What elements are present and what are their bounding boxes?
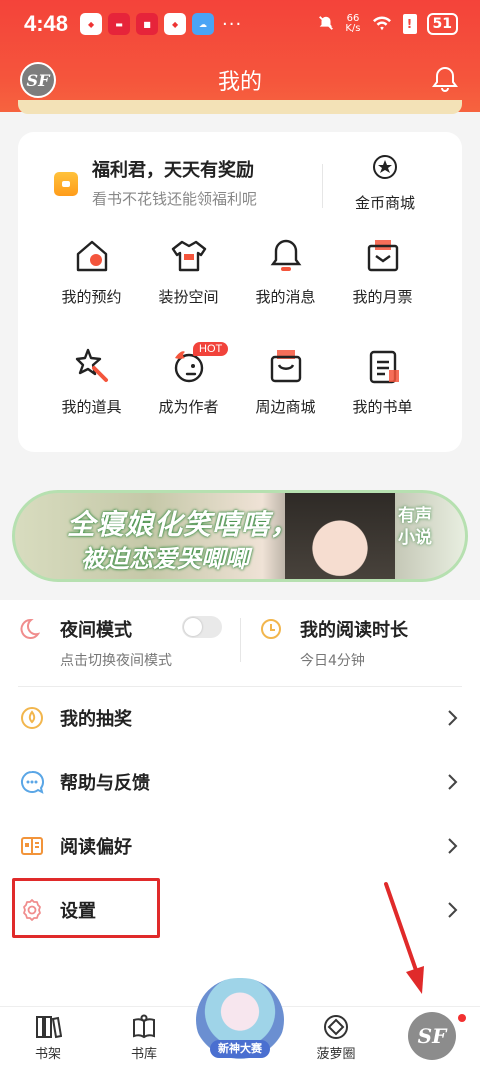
night-mode-subtitle: 点击切换夜间模式: [60, 653, 172, 669]
hot-badge: HOT: [193, 342, 229, 356]
nav-pineapple-circle[interactable]: 菠萝圈: [296, 1013, 376, 1062]
shopping-bag-icon: [270, 350, 301, 383]
chevron-right-icon: [448, 710, 458, 726]
divider: [322, 164, 323, 208]
reading-time-section[interactable]: 我的阅读时长 今日4分钟: [260, 614, 470, 686]
promo-subline: 被迫恋爱哭唧唧: [81, 544, 249, 573]
app-notification-icon: ▬: [108, 13, 131, 35]
night-mode-toggle[interactable]: [182, 616, 222, 638]
reading-pref-icon: [21, 837, 43, 855]
menu-row-lottery[interactable]: 我的抽奖: [0, 686, 480, 750]
status-time: 4:48: [24, 11, 69, 36]
chevron-right-icon: [448, 838, 458, 854]
divider: [240, 618, 241, 662]
bookshelf-icon: [36, 1016, 62, 1039]
treasure-chest-icon: [54, 172, 78, 196]
ticket-icon: [367, 240, 398, 272]
more-notifications-icon: ···: [222, 13, 243, 35]
app-notification-icon: ◆: [164, 13, 187, 35]
grid-item-dressup[interactable]: 装扮空间: [133, 236, 244, 326]
page-title: 我的: [217, 70, 262, 95]
nav-label: 书架: [34, 1047, 61, 1062]
promo-illustration: [285, 493, 395, 579]
night-mode-section[interactable]: 夜间模式 点击切换夜间模式: [18, 614, 238, 686]
booklist-icon: [369, 350, 399, 384]
header-bar: 4:48 ◆ ▬ ■ ◆ ☁ ··· 66 K/s ! 51 SF 我的: [0, 0, 480, 112]
lottery-icon: [21, 707, 43, 729]
welfare-title: 福利君，天天有奖励: [92, 160, 254, 181]
grid-item-monthly-ticket[interactable]: 我的月票: [327, 236, 438, 326]
network-speed: 66 K/s: [345, 14, 360, 34]
grid-item-label: 我的预约: [61, 288, 122, 306]
event-mascot-tag: 新神大赛: [210, 1040, 270, 1058]
grid-item-merch-shop[interactable]: 周边商城: [230, 346, 341, 436]
chevron-right-icon: [448, 902, 458, 918]
nav-bookshelf[interactable]: 书架: [8, 1013, 88, 1062]
promo-audio-tag: 有声小说: [398, 506, 432, 548]
menu-row-reading-preference[interactable]: 阅读偏好: [0, 814, 480, 878]
grid-item-props[interactable]: 我的道具: [36, 346, 147, 436]
nav-library[interactable]: 书库: [104, 1013, 184, 1062]
reading-time-title: 我的阅读时长: [300, 620, 408, 641]
notification-icons: ◆ ▬ ■ ◆ ☁: [80, 13, 215, 35]
shirt-icon: [171, 240, 206, 272]
nav-label: 菠萝圈: [316, 1047, 356, 1062]
welfare-card: 福利君，天天有奖励 看书不花钱还能领福利呢 金币商城 我的预约 装扮空间 我的消…: [18, 132, 462, 452]
grid-item-label: 装扮空间: [158, 288, 219, 306]
status-bar: 4:48 ◆ ▬ ■ ◆ ☁ ··· 66 K/s ! 51: [24, 10, 458, 38]
grid-item-label: 我的道具: [61, 398, 122, 416]
grid-item-label: 成为作者: [158, 398, 219, 416]
home-reserve-icon: [76, 240, 107, 272]
wifi-icon: [371, 14, 393, 35]
help-chat-icon: [21, 770, 44, 794]
app-notification-icon: ■: [136, 13, 159, 35]
settings-highlight-box: [12, 878, 160, 938]
grid-item-label: 我的消息: [255, 288, 316, 306]
star-wand-icon: [75, 348, 108, 382]
app-notification-icon: ◆: [80, 13, 103, 35]
coin-shop-label[interactable]: 金币商城: [340, 192, 430, 213]
promo-headline: 全寝娘化笑嘻嘻，: [67, 508, 300, 541]
net-speed-unit: K/s: [345, 23, 361, 34]
grid-item-become-author[interactable]: HOT 成为作者: [133, 342, 244, 436]
grid-item-label: 我的书单: [352, 398, 413, 416]
coin-shop-icon[interactable]: [370, 152, 400, 182]
welfare-subtitle: 看书不花钱还能领福利呢: [92, 190, 258, 208]
promo-banner[interactable]: 全寝娘化笑嘻嘻， 被迫恋爱哭唧唧 有声小说: [12, 490, 468, 582]
menu-row-label: 我的抽奖: [60, 709, 132, 730]
nav-profile-avatar[interactable]: SF: [408, 1012, 456, 1060]
clock-icon: [261, 619, 281, 639]
nav-label: 书库: [130, 1047, 157, 1062]
app-notification-icon: ☁: [192, 13, 215, 35]
menu-row-label: 帮助与反馈: [60, 773, 150, 794]
red-arrow-annotation: [384, 882, 424, 994]
top-banner-strip[interactable]: [18, 100, 462, 114]
grid-item-messages[interactable]: 我的消息: [230, 236, 341, 326]
night-mode-title: 夜间模式: [60, 620, 132, 641]
grid-item-reservation[interactable]: 我的预约: [36, 236, 147, 326]
battery-indicator: 51: [426, 13, 458, 35]
grid-item-label: 周边商城: [255, 398, 316, 416]
book-open-icon: [133, 1014, 155, 1039]
menu-row-help-feedback[interactable]: 帮助与反馈: [0, 750, 480, 814]
grid-item-booklist[interactable]: 我的书单: [327, 346, 438, 436]
chevron-right-icon: [448, 774, 458, 790]
menu-row-label: 阅读偏好: [60, 837, 132, 858]
mute-bell-icon: [317, 14, 335, 35]
bell-icon: [270, 239, 301, 271]
notification-bell-icon[interactable]: [430, 64, 460, 94]
toggle-knob: [184, 618, 202, 636]
sim-alert-icon: !: [402, 14, 417, 34]
grid-item-label: 我的月票: [352, 288, 413, 306]
moon-icon: [20, 618, 40, 639]
pineapple-circle-icon: [324, 1015, 348, 1039]
notification-dot: [458, 1014, 466, 1022]
welfare-section[interactable]: 福利君，天天有奖励 看书不花钱还能领福利呢 金币商城: [18, 150, 462, 220]
reading-time-subtitle: 今日4分钟: [300, 653, 365, 669]
